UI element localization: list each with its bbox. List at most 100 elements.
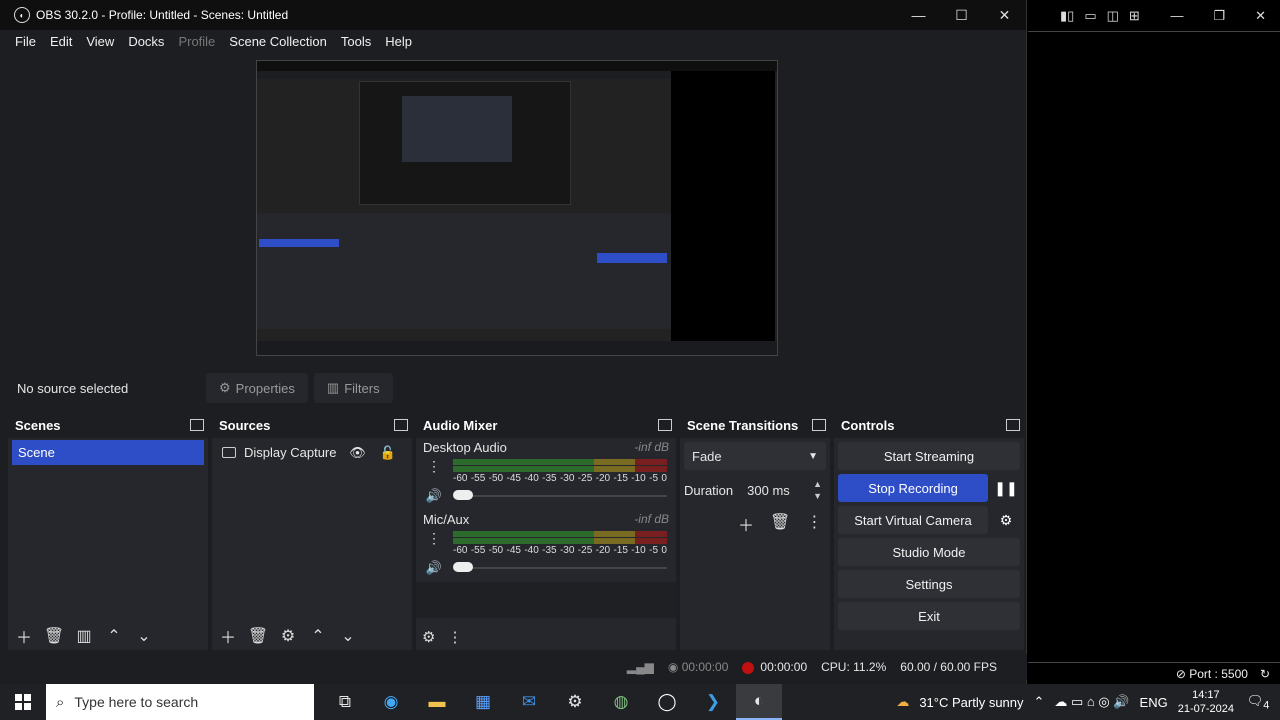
pause-icon[interactable]: ❚❚ (992, 474, 1020, 502)
undock-icon[interactable] (190, 419, 204, 431)
volume-knob[interactable] (453, 562, 473, 572)
task-view-icon[interactable]: ⧉ (322, 684, 368, 720)
duration-row: Duration 300 ms ▲ ▼ (680, 474, 830, 506)
studio-mode-button[interactable]: Studio Mode (838, 538, 1020, 566)
scenes-toolbar: ＋ 🗑 ▥ ⌃ ⌄ (14, 626, 154, 647)
scene-item[interactable]: Scene (12, 440, 204, 465)
undock-icon[interactable] (812, 419, 826, 431)
menu-docks[interactable]: Docks (123, 34, 173, 49)
channel-header: Desktop Audio -inf dB (423, 440, 669, 455)
lock-icon[interactable]: 🔓 (380, 445, 396, 461)
move-up-icon[interactable]: ⌃ (104, 626, 124, 646)
menu-profile[interactable]: Profile (173, 34, 224, 49)
obs-taskbar-icon[interactable]: ◐ (736, 684, 782, 720)
split-icon[interactable]: ◫ (1107, 8, 1119, 24)
port-status[interactable]: ⊘ Port : 5500 ↻ (1028, 662, 1280, 684)
meter-tick-label: -25 (577, 545, 593, 556)
spinner-icon[interactable]: ▲ ▼ (813, 478, 822, 502)
channel-menu-icon[interactable]: ⋮ (423, 459, 445, 473)
clock[interactable]: 14:17 21-07-2024 (1178, 688, 1234, 716)
start-virtual-camera-button[interactable]: Start Virtual Camera (838, 506, 988, 534)
start-streaming-button[interactable]: Start Streaming (838, 442, 1020, 470)
mail-icon[interactable]: ✉ (506, 684, 552, 720)
whatsapp-icon[interactable]: ◯ (644, 684, 690, 720)
close-button[interactable]: ✕ (983, 0, 1026, 30)
panel-icon[interactable]: ▭ (1084, 8, 1096, 24)
undock-icon[interactable] (1006, 419, 1020, 431)
menu-help[interactable]: Help (380, 34, 421, 49)
source-item[interactable]: Display Capture 👁 🔓 (216, 440, 408, 465)
preview-area[interactable] (8, 54, 1022, 362)
tray-icons[interactable]: ☁ ▭ ⌂ ◎ 🔊 (1054, 694, 1129, 710)
menu-edit[interactable]: Edit (45, 34, 81, 49)
settings-icon[interactable]: ⚙ (552, 684, 598, 720)
move-up-icon[interactable]: ⌃ (308, 626, 328, 646)
edge-icon[interactable]: ◉ (368, 684, 414, 720)
eye-icon[interactable]: 👁 (349, 445, 366, 461)
meter-row: ⋮ -60 -55 -50 -45 -40 -35 -30 -25 -20 -15 -10 -5 0 (423, 531, 669, 556)
exit-button[interactable]: Exit (838, 602, 1020, 630)
tray-expand-icon[interactable]: ⌃ (1034, 694, 1045, 710)
settings-button[interactable]: Settings (838, 570, 1020, 598)
meter-row: ⋮ -60 -55 -50 -45 -40 -35 -30 -25 -20 -15 -10 -5 0 (423, 459, 669, 484)
menu-tools[interactable]: Tools (336, 34, 380, 49)
undock-icon[interactable] (658, 419, 672, 431)
remove-transition-icon[interactable]: 🗑 (770, 512, 790, 536)
weather-text[interactable]: 31°C Partly sunny (919, 695, 1023, 710)
refresh-icon[interactable]: ↻ (1260, 667, 1270, 681)
gear-icon[interactable]: ⚙ (992, 506, 1020, 534)
undock-icon[interactable] (394, 419, 408, 431)
preview-nested-stop-recording (597, 253, 667, 263)
app-icon[interactable]: ◍ (598, 684, 644, 720)
volume-slider[interactable] (453, 489, 667, 503)
minimize-button[interactable]: — (1170, 8, 1183, 24)
filters-button[interactable]: ▥ Filters (313, 373, 393, 403)
add-source-icon[interactable]: ＋ (218, 626, 238, 647)
add-scene-icon[interactable]: ＋ (14, 626, 34, 647)
vscode-icon[interactable]: ❯ (690, 684, 736, 720)
advanced-audio-icon[interactable]: ⚙ (422, 628, 435, 646)
transition-select[interactable]: Fade ▼ (684, 442, 826, 470)
scene-filters-icon[interactable]: ▥ (74, 626, 94, 646)
add-transition-icon[interactable]: ＋ (738, 512, 754, 536)
speaker-icon[interactable]: 🔊 (423, 488, 445, 504)
preview-capture-image (256, 60, 778, 356)
layout-icon[interactable]: ▮▯ (1060, 8, 1074, 24)
menu-scene-collection[interactable]: Scene Collection (224, 34, 336, 49)
restore-button[interactable]: ❐ (1213, 8, 1225, 24)
transition-menu-icon[interactable]: ⋮ (806, 512, 822, 536)
notification-icon[interactable]: 🗨4 (1244, 693, 1272, 712)
channel-menu-icon[interactable]: ⋮ (423, 531, 445, 545)
menu-view[interactable]: View (81, 34, 123, 49)
duration-input[interactable]: 300 ms ▲ ▼ (739, 478, 826, 502)
stop-recording-button[interactable]: Stop Recording (838, 474, 988, 502)
file-explorer-icon[interactable]: ▬ (414, 684, 460, 720)
remove-source-icon[interactable]: 🗑 (248, 626, 268, 646)
grid-icon[interactable]: ⊞ (1129, 8, 1140, 24)
obs-logo-icon: ◐ (14, 7, 30, 23)
meter-tick-label: -10 (631, 473, 646, 484)
remove-scene-icon[interactable]: 🗑 (44, 626, 64, 646)
mixer-empty-area (416, 582, 676, 618)
minimize-button[interactable]: — (897, 0, 940, 30)
mixer-menu-icon[interactable]: ⋮ (447, 628, 462, 646)
maximize-button[interactable]: ☐ (940, 0, 983, 30)
properties-button[interactable]: ⚙ Properties (206, 373, 308, 403)
monitor-icon (222, 447, 236, 458)
sources-toolbar: ＋ 🗑 ⚙ ⌃ ⌄ (218, 626, 358, 647)
volume-meter: -60 -55 -50 -45 -40 -35 -30 -25 -20 -15 -10 -5 0 (453, 531, 667, 556)
volume-slider[interactable] (453, 561, 667, 575)
move-down-icon[interactable]: ⌄ (134, 626, 154, 646)
taskbar-apps: ⧉ ◉ ▬ ▦ ✉ ⚙ ◍ ◯ ❯ ◐ (322, 684, 782, 720)
menu-file[interactable]: File (10, 34, 45, 49)
speaker-icon[interactable]: 🔊 (423, 560, 445, 576)
mixer-toolbar: ⚙ ⋮ (422, 628, 462, 646)
taskbar-search[interactable]: ⌕ Type here to search (46, 684, 314, 720)
volume-knob[interactable] (453, 490, 473, 500)
close-button[interactable]: ✕ (1255, 8, 1266, 24)
source-settings-icon[interactable]: ⚙ (278, 626, 298, 646)
move-down-icon[interactable]: ⌄ (338, 626, 358, 646)
store-icon[interactable]: ▦ (460, 684, 506, 720)
language-indicator[interactable]: ENG (1140, 695, 1168, 710)
start-button[interactable] (0, 684, 46, 720)
